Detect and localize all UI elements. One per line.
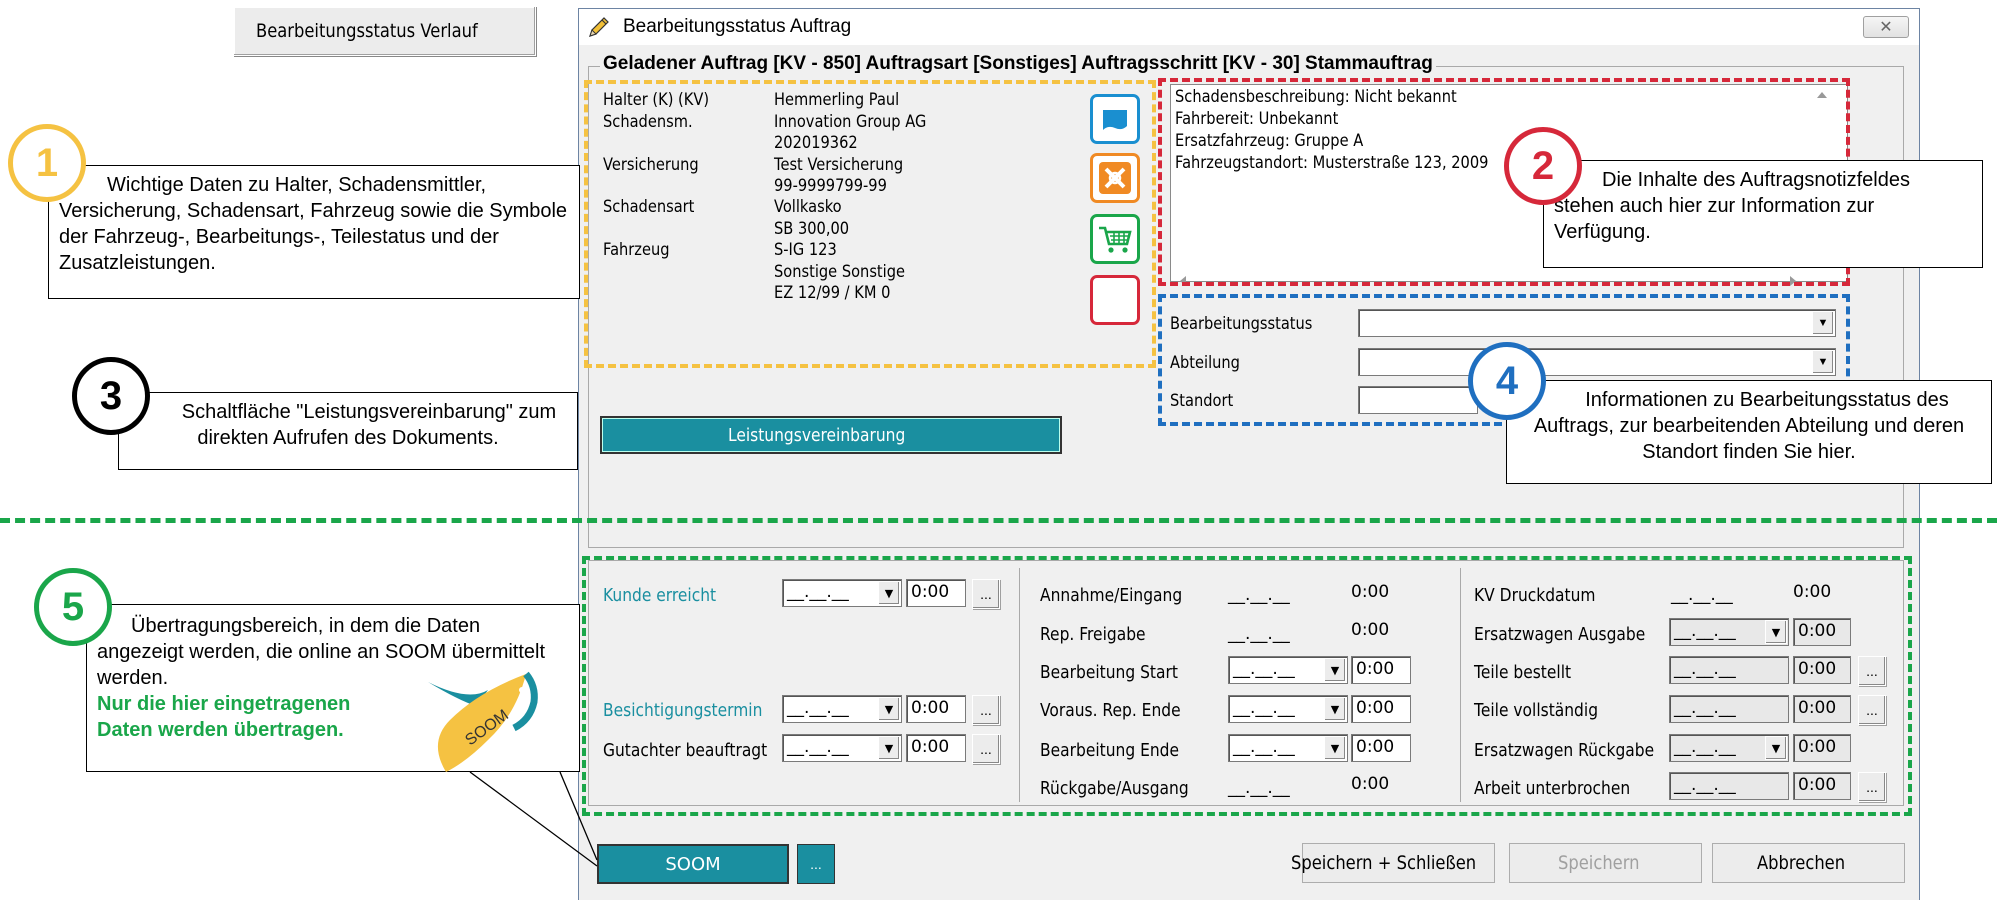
callout-5-pointer [469, 771, 598, 867]
